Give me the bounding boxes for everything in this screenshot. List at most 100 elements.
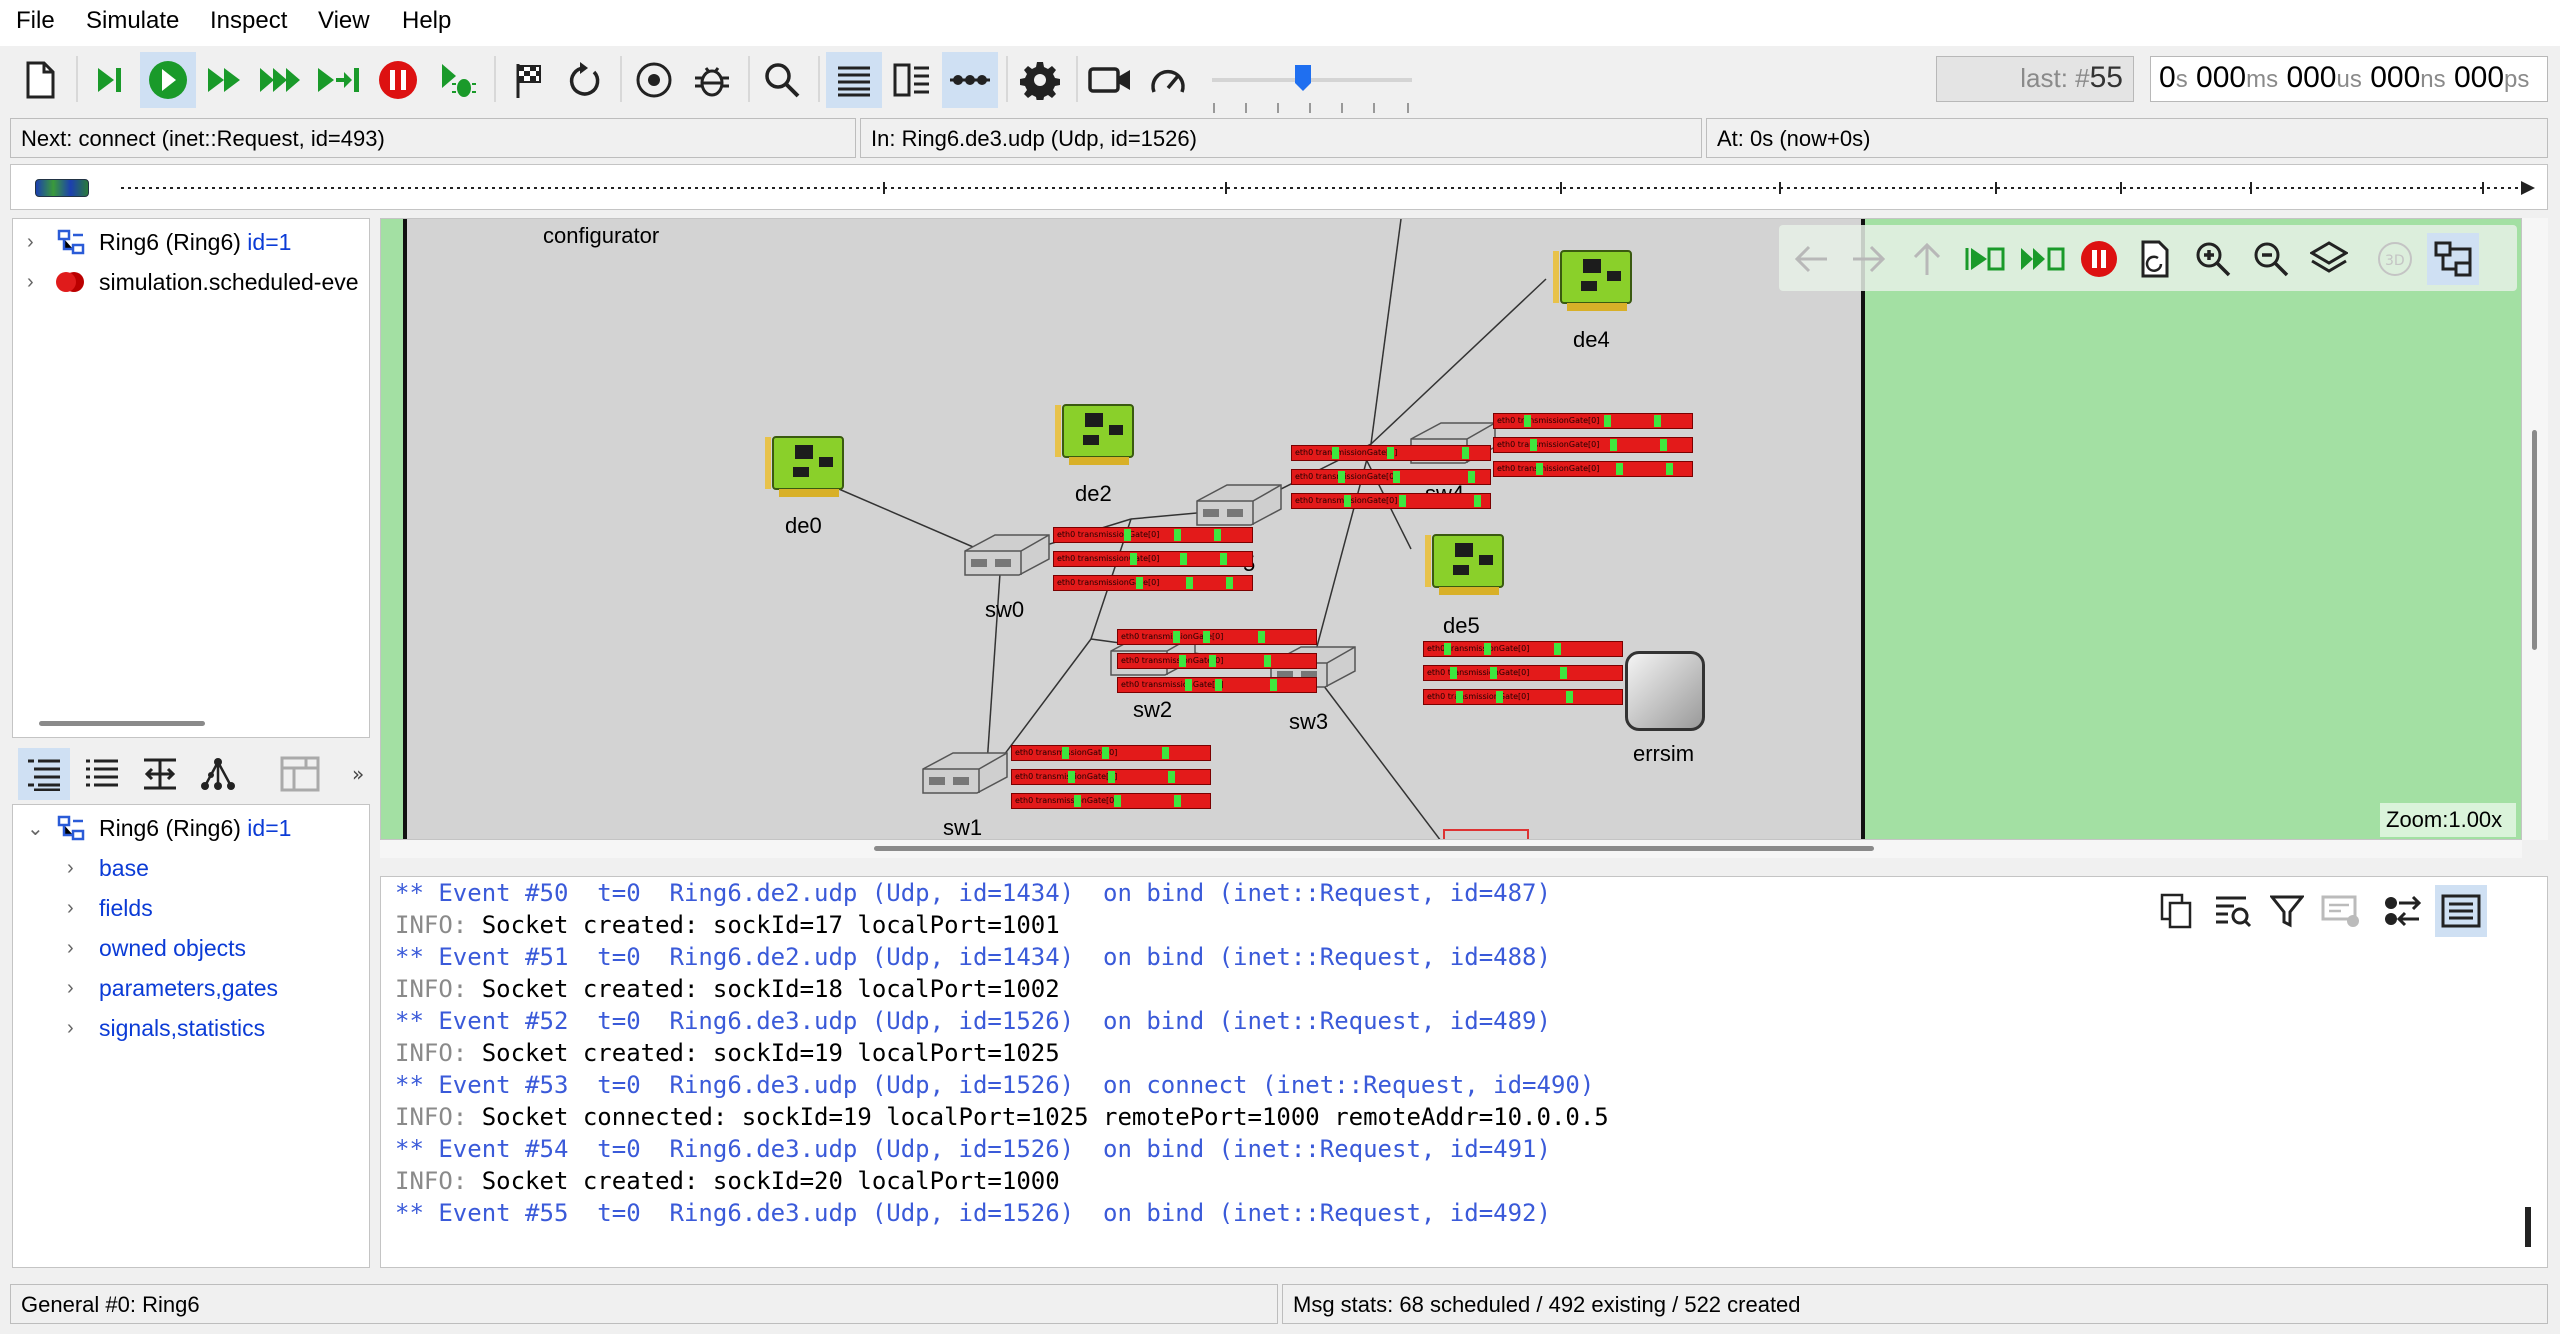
find-module-icon[interactable] bbox=[626, 52, 682, 108]
zoom-in-icon[interactable] bbox=[2187, 233, 2239, 285]
debug-next-event-icon[interactable] bbox=[428, 52, 484, 108]
speed-slider-thumb[interactable] bbox=[1294, 64, 1312, 92]
horizontal-scrollbar[interactable] bbox=[39, 721, 205, 726]
queue-bar[interactable]: eth0 transmissionGate[0] bbox=[1053, 575, 1253, 591]
speedometer-icon[interactable] bbox=[1140, 52, 1196, 108]
props-root[interactable]: ⌄ Ring6 (Ring6) id=1 bbox=[27, 809, 291, 847]
stop-icon[interactable] bbox=[370, 52, 426, 108]
canvas-h-scrollbar[interactable] bbox=[380, 840, 2522, 858]
queue-bar[interactable]: eth0 transmissionGate[0] bbox=[1493, 461, 1693, 477]
props-group-parameters-gates[interactable]: › parameters,gates bbox=[67, 969, 278, 1007]
step-icon[interactable] bbox=[82, 52, 138, 108]
back-arrow-icon[interactable] bbox=[1785, 233, 1837, 285]
de0-nic-icon[interactable] bbox=[765, 431, 845, 507]
queue-bar[interactable]: eth0 transmissionGate[0] bbox=[1117, 677, 1317, 693]
network-canvas[interactable]: configurator de0 de2 de4 de5 sw0 sw4 5 s… bbox=[380, 218, 2522, 840]
canvas-v-scrollbar[interactable] bbox=[2522, 218, 2548, 840]
sw0-switch-icon[interactable] bbox=[963, 531, 1051, 591]
chevron-right-icon[interactable]: › bbox=[67, 1017, 89, 1040]
queue-bar[interactable]: eth0 transmissionGate[0] bbox=[1423, 641, 1623, 657]
queue-bar[interactable]: eth0 transmissionGate[0] bbox=[1291, 445, 1491, 461]
menu-inspect[interactable]: Inspect bbox=[210, 7, 287, 35]
layers-icon[interactable] bbox=[2303, 233, 2355, 285]
chevron-down-icon[interactable]: ⌄ bbox=[27, 816, 49, 841]
express-run-icon[interactable] bbox=[254, 52, 310, 108]
chevron-right-icon[interactable]: › bbox=[27, 271, 49, 294]
timeline-icon[interactable] bbox=[826, 52, 882, 108]
chevron-right-icon[interactable]: › bbox=[67, 857, 89, 880]
split-view-icon[interactable] bbox=[884, 52, 940, 108]
messages-mode-icon[interactable] bbox=[2435, 885, 2487, 937]
queue-bar[interactable]: eth0 transmissionGate[0] bbox=[1423, 689, 1623, 705]
grouped-view-icon[interactable] bbox=[18, 748, 70, 800]
chevron-right-icon[interactable]: › bbox=[67, 977, 89, 1000]
timeline[interactable] bbox=[10, 164, 2548, 210]
menu-simulate[interactable]: Simulate bbox=[86, 7, 179, 35]
inheritance-view-icon[interactable] bbox=[134, 748, 186, 800]
animation-icon[interactable] bbox=[942, 52, 998, 108]
queue-bar[interactable]: eth0 transmissionGate[0] bbox=[1117, 629, 1317, 645]
children-view-icon[interactable] bbox=[192, 748, 244, 800]
layout-view-icon[interactable] bbox=[274, 748, 326, 800]
set-cutoff-flag-icon[interactable] bbox=[500, 52, 556, 108]
search-icon[interactable] bbox=[754, 52, 810, 108]
queue-bar[interactable]: eth0 transmissionGate[0] bbox=[1117, 653, 1317, 669]
zoom-out-icon[interactable] bbox=[2245, 233, 2297, 285]
props-group-fields[interactable]: › fields bbox=[67, 889, 153, 927]
new-network-icon[interactable] bbox=[12, 52, 68, 108]
offscreen-module-box[interactable] bbox=[1443, 829, 1529, 839]
queue-bar[interactable]: eth0 transmissionGate[0] bbox=[1291, 469, 1491, 485]
queue-bar[interactable]: eth0 transmissionGate[0] bbox=[1493, 413, 1693, 429]
run-until-icon[interactable] bbox=[312, 52, 368, 108]
debug-bug-icon[interactable] bbox=[684, 52, 740, 108]
queue-bar[interactable]: eth0 transmissionGate[0] bbox=[1493, 437, 1693, 453]
log-settings-icon[interactable] bbox=[2315, 885, 2367, 937]
module-layout-icon[interactable] bbox=[2427, 233, 2479, 285]
queue-bar[interactable]: eth0 transmissionGate[0] bbox=[1053, 551, 1253, 567]
queue-bar[interactable]: eth0 transmissionGate[0] bbox=[1011, 745, 1211, 761]
props-group-base[interactable]: › base bbox=[67, 849, 149, 887]
event-log-panel[interactable]: ** Event #50 t=0 Ring6.de2.udp (Udp, id=… bbox=[380, 876, 2548, 1268]
flat-view-icon[interactable] bbox=[76, 748, 128, 800]
log-scrollbar[interactable] bbox=[2525, 1207, 2531, 1247]
gear-icon[interactable] bbox=[1012, 52, 1068, 108]
fast-run-icon[interactable] bbox=[198, 52, 254, 108]
chevron-right-icon[interactable]: › bbox=[67, 897, 89, 920]
up-arrow-icon[interactable] bbox=[1901, 233, 1953, 285]
sw3-switch-icon[interactable] bbox=[1269, 643, 1357, 703]
filter-icon[interactable] bbox=[2261, 885, 2313, 937]
tree-item-network[interactable]: › Ring6 (Ring6) id=1 bbox=[27, 223, 291, 261]
copy-icon[interactable] bbox=[2151, 885, 2203, 937]
timeline-events-marker[interactable] bbox=[35, 179, 89, 197]
video-camera-icon[interactable] bbox=[1082, 52, 1138, 108]
rebuild-network-icon[interactable] bbox=[556, 52, 612, 108]
fast-module-icon[interactable] bbox=[2017, 233, 2069, 285]
stop-module-icon[interactable] bbox=[2073, 233, 2125, 285]
3d-view-icon[interactable]: 3D bbox=[2369, 233, 2421, 285]
de5-nic-icon[interactable] bbox=[1425, 529, 1505, 605]
speed-slider[interactable] bbox=[1212, 60, 1412, 113]
queue-bar[interactable]: eth0 transmissionGate[0] bbox=[1011, 769, 1211, 785]
run-icon[interactable] bbox=[140, 52, 196, 108]
queue-bar[interactable]: eth0 transmissionGate[0] bbox=[1053, 527, 1253, 543]
de4-nic-icon[interactable] bbox=[1553, 245, 1633, 321]
chevron-right-icon[interactable]: › bbox=[67, 937, 89, 960]
de2-nic-icon[interactable] bbox=[1055, 399, 1135, 475]
errsim-module-icon[interactable] bbox=[1625, 651, 1705, 731]
tree-item-event-queue[interactable]: › simulation.scheduled-eve bbox=[27, 263, 359, 301]
props-group-owned-objects[interactable]: › owned objects bbox=[67, 929, 246, 967]
sw1-switch-icon[interactable] bbox=[921, 749, 1009, 809]
relayout-icon[interactable] bbox=[2129, 233, 2181, 285]
queue-bar[interactable]: eth0 transmissionGate[0] bbox=[1291, 493, 1491, 509]
more-chevron-icon[interactable]: » bbox=[352, 762, 364, 786]
find-in-log-icon[interactable] bbox=[2207, 885, 2259, 937]
line-mode-icon[interactable] bbox=[2377, 885, 2429, 937]
queue-bar[interactable]: eth0 transmissionGate[0] bbox=[1011, 793, 1211, 809]
chevron-right-icon[interactable]: › bbox=[27, 231, 49, 254]
step-module-icon[interactable] bbox=[1959, 233, 2011, 285]
menu-help[interactable]: Help bbox=[402, 7, 451, 35]
queue-bar[interactable]: eth0 transmissionGate[0] bbox=[1423, 665, 1623, 681]
menu-file[interactable]: File bbox=[16, 7, 55, 35]
menu-view[interactable]: View bbox=[318, 7, 370, 35]
forward-arrow-icon[interactable] bbox=[1843, 233, 1895, 285]
